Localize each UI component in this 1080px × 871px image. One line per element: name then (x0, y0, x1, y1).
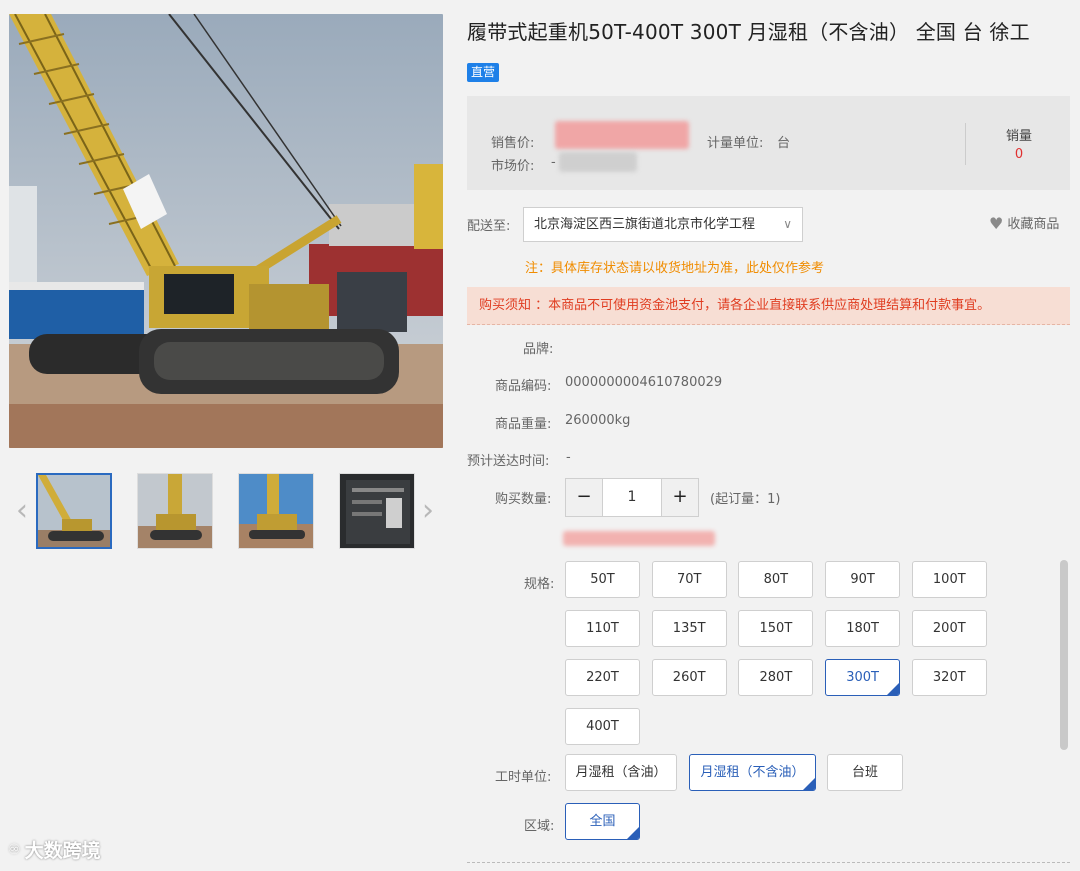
weight-value: 260000kg (565, 413, 631, 428)
work-unit-option[interactable]: 月湿租（含油） (565, 754, 677, 791)
min-order-text: (起订量：1) (710, 492, 781, 507)
product-code-value: 0000000004610780029 (565, 375, 723, 390)
work-unit-label: 工时单位: (495, 770, 552, 785)
quantity-input[interactable]: 1 (602, 479, 662, 516)
heart-icon: ♥ (989, 214, 1004, 233)
direct-sale-badge: 直营 (467, 63, 500, 82)
quantity-label: 购买数量: (495, 492, 552, 507)
thumbnail-next-arrow[interactable]: › (418, 494, 438, 528)
spec-option[interactable]: 260T (651, 659, 727, 696)
spec-option[interactable]: 220T (565, 659, 640, 696)
stock-note: 注：具体库存状态请以收货地址为准，此处仅作参考 (525, 261, 825, 276)
purchase-notice: 购买须知 ：本商品不可使用资金池支付，请各企业直接联系供应商处理结算和付款事宜。 (467, 287, 1070, 325)
section-divider (467, 862, 1070, 863)
work-unit-option[interactable]: 台班 (827, 754, 903, 791)
redacted-info (563, 531, 715, 546)
market-price-label: 市场价: (491, 159, 535, 174)
market-price-value (559, 152, 637, 172)
spec-option[interactable]: 280T (738, 659, 814, 696)
main-product-image (9, 14, 443, 448)
spec-option[interactable]: 400T (565, 708, 640, 745)
quantity-decrease-button[interactable]: − (566, 479, 602, 516)
sales-label: 销量 (1005, 129, 1032, 144)
unit-label: 计量单位: (707, 136, 764, 151)
spec-option[interactable]: 90T (825, 561, 901, 598)
spec-option[interactable]: 150T (738, 610, 814, 647)
spec-option[interactable]: 80T (738, 561, 814, 598)
delivery-label: 配送至: (467, 219, 511, 234)
thumbnail-2[interactable] (137, 473, 213, 549)
spec-option[interactable]: 110T (565, 610, 640, 647)
product-code-label: 商品编码: (495, 379, 552, 394)
delivery-address-select[interactable]: 北京海淀区西三旗街道北京市化学工程 ∨ (523, 207, 803, 242)
work-unit-option[interactable]: 月湿租（不含油） (689, 754, 816, 791)
chevron-down-icon: ∨ (783, 217, 792, 231)
scrollbar[interactable] (1060, 560, 1068, 750)
market-price-prefix: - (551, 155, 556, 170)
thumbnail-4[interactable] (339, 473, 415, 549)
logo-icon: ♾ (8, 842, 21, 858)
quantity-increase-button[interactable]: + (662, 479, 698, 516)
spec-option[interactable]: 320T (911, 659, 987, 696)
favorite-label: 收藏商品 (1007, 217, 1060, 232)
spec-option[interactable]: 50T (565, 561, 640, 598)
thumbnail-3[interactable] (238, 473, 314, 549)
spec-label: 规格: (524, 577, 555, 592)
sales-value: 0 (1014, 147, 1024, 162)
region-label: 区域: (524, 819, 555, 834)
weight-label: 商品重量: (495, 417, 552, 432)
sale-price-value (555, 121, 689, 149)
spec-option[interactable]: 180T (825, 610, 901, 647)
eta-label: 预计送达时间: (467, 454, 550, 469)
watermark: ♾ 大数跨境 (8, 836, 101, 863)
spec-option[interactable]: 200T (911, 610, 987, 647)
spec-option[interactable]: 135T (651, 610, 727, 647)
sales-divider (965, 123, 966, 165)
delivery-address-text: 北京海淀区西三旗街道北京市化学工程 (534, 217, 756, 232)
brand-label: 品牌: (523, 342, 554, 357)
quantity-stepper: − 1 + (565, 478, 699, 517)
eta-value: - (566, 450, 571, 465)
price-panel: 销售价: 市场价: - 计量单位: 台 销量 0 (467, 96, 1070, 190)
unit-value: 台 (777, 136, 791, 151)
sale-price-label: 销售价: (491, 136, 535, 151)
product-title: 履带式起重机50T-400T 300T 月湿租（不含油） 全国 台 徐工 (467, 20, 1030, 44)
region-option[interactable]: 全国 (565, 803, 640, 840)
spec-option[interactable]: 300T (825, 659, 901, 696)
spec-option[interactable]: 100T (911, 561, 987, 598)
thumbnail-1[interactable] (36, 473, 112, 549)
thumbnail-prev-arrow[interactable]: ‹ (12, 494, 32, 528)
spec-option[interactable]: 70T (651, 561, 727, 598)
thumbnail-strip: ‹ › (8, 472, 440, 550)
favorite-button[interactable]: ♥ 收藏商品 (989, 213, 1059, 233)
watermark-text: 大数跨境 (24, 840, 101, 862)
